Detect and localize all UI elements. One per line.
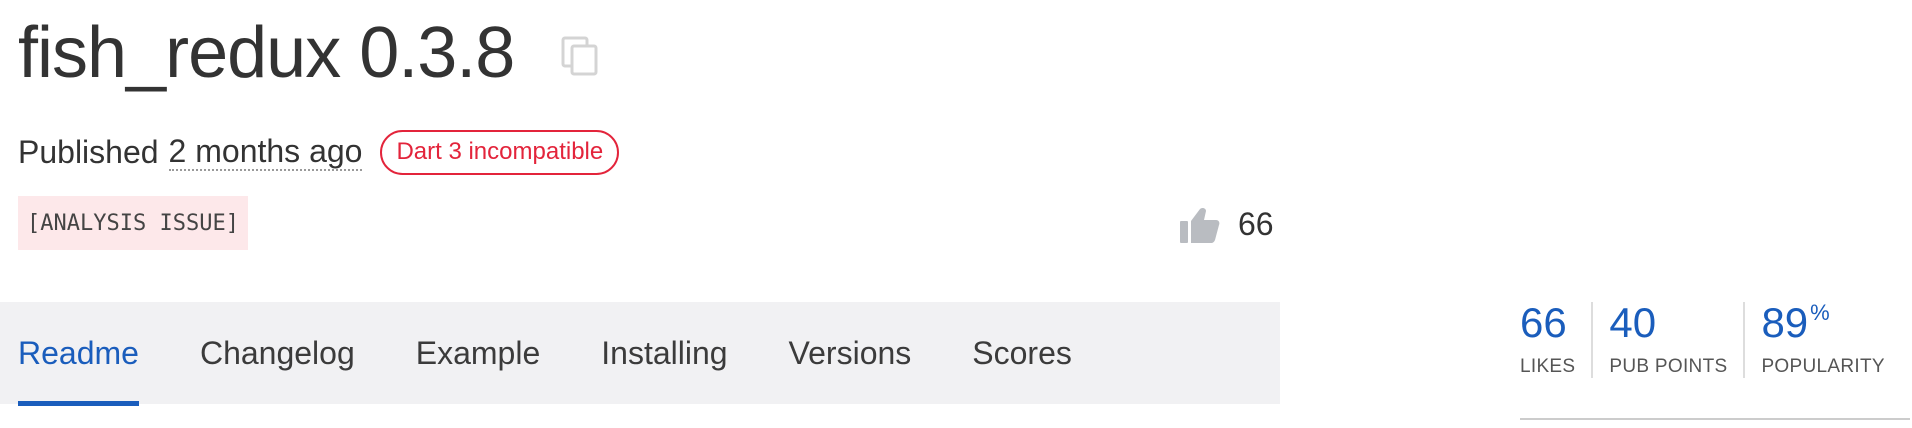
- stats-divider: [1520, 418, 1910, 420]
- published-date: 2 months ago: [168, 133, 363, 171]
- tab-versions[interactable]: Versions: [789, 302, 912, 404]
- stat-popularity-value: 89: [1761, 299, 1809, 346]
- stat-pub-points-label: PUB POINTS: [1609, 356, 1728, 377]
- stat-popularity-value-wrap: 89 %: [1761, 302, 1884, 344]
- stat-likes[interactable]: 66 LIKES: [1520, 302, 1591, 378]
- stat-pub-points-value-wrap: 40: [1609, 302, 1727, 344]
- stat-likes-label: LIKES: [1520, 356, 1576, 377]
- tab-bar: Readme Changelog Example Installing Vers…: [0, 302, 1280, 406]
- published-row: Published 2 months ago Dart 3 incompatib…: [18, 130, 620, 175]
- likes-count: 66: [1238, 206, 1274, 242]
- tab-readme[interactable]: Readme: [18, 302, 139, 406]
- stat-likes-value-wrap: 66: [1520, 302, 1575, 344]
- dart3-incompatible-badge[interactable]: Dart 3 incompatible: [380, 130, 620, 175]
- tab-example[interactable]: Example: [416, 302, 541, 404]
- stat-pub-points[interactable]: 40 PUB POINTS: [1591, 302, 1743, 378]
- score-stats: 66 LIKES 40 PUB POINTS 89 % POPULARITY: [1520, 302, 1901, 378]
- tab-scores[interactable]: Scores: [972, 302, 1072, 404]
- like-widget: 66: [1180, 206, 1274, 243]
- copy-icon[interactable]: [560, 35, 600, 79]
- stat-popularity-suffix: %: [1810, 300, 1830, 325]
- thumb-up-icon[interactable]: [1180, 207, 1220, 243]
- package-title: fish_redux 0.3.8: [18, 13, 515, 93]
- title-row: fish_redux 0.3.8: [18, 8, 600, 98]
- tab-installing[interactable]: Installing: [601, 302, 727, 404]
- stat-likes-value: 66: [1520, 299, 1567, 346]
- stat-pub-points-value: 40: [1609, 299, 1657, 346]
- stat-popularity-label: POPULARITY: [1761, 356, 1885, 377]
- published-label: Published: [18, 133, 159, 170]
- tab-changelog[interactable]: Changelog: [200, 302, 355, 404]
- analysis-issue-tag[interactable]: [ANALYSIS ISSUE]: [18, 196, 248, 250]
- stat-popularity[interactable]: 89 % POPULARITY: [1743, 302, 1900, 378]
